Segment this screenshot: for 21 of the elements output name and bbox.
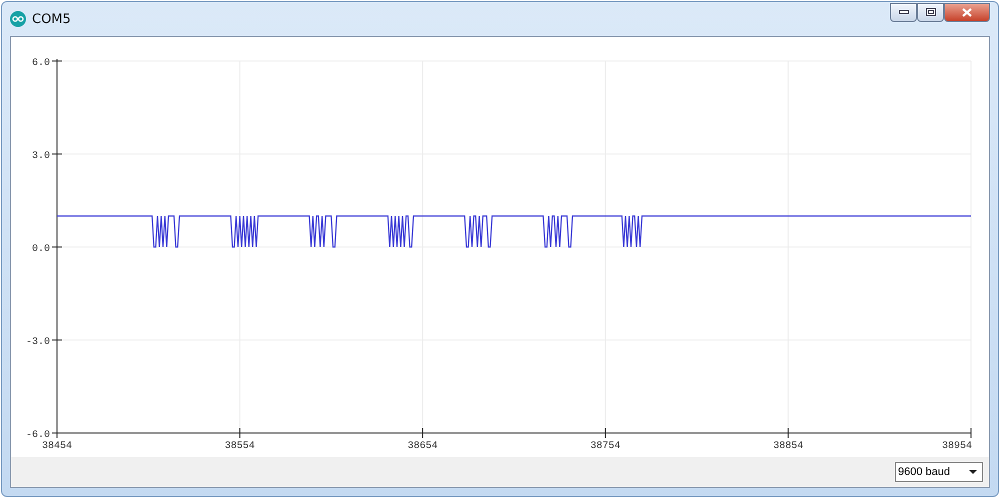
minimize-icon	[898, 10, 908, 14]
axis-label: 38954	[942, 441, 972, 452]
axis-label: 38854	[773, 441, 804, 452]
axis-label: -3.0	[26, 337, 50, 348]
app-icon	[10, 11, 26, 27]
axis-label: -6.0	[26, 430, 50, 441]
window-title: COM5	[32, 12, 71, 26]
baud-dropdown[interactable]: 9600 baud	[895, 462, 983, 482]
caret-icon	[969, 470, 977, 474]
axis-label: 6.0	[32, 58, 50, 69]
axis-label: 38754	[590, 441, 620, 452]
close-icon	[962, 8, 972, 16]
maximize-icon	[926, 8, 936, 16]
close-button[interactable]	[944, 2, 990, 22]
axis-label: 38554	[224, 441, 255, 452]
axis-label: 0.0	[32, 244, 50, 255]
minimize-button[interactable]	[890, 2, 917, 22]
axis-label: 38454	[42, 441, 72, 452]
axis-label: 38654	[408, 441, 438, 452]
maximize-button[interactable]	[917, 2, 944, 22]
axis-label: 3.0	[32, 151, 50, 162]
